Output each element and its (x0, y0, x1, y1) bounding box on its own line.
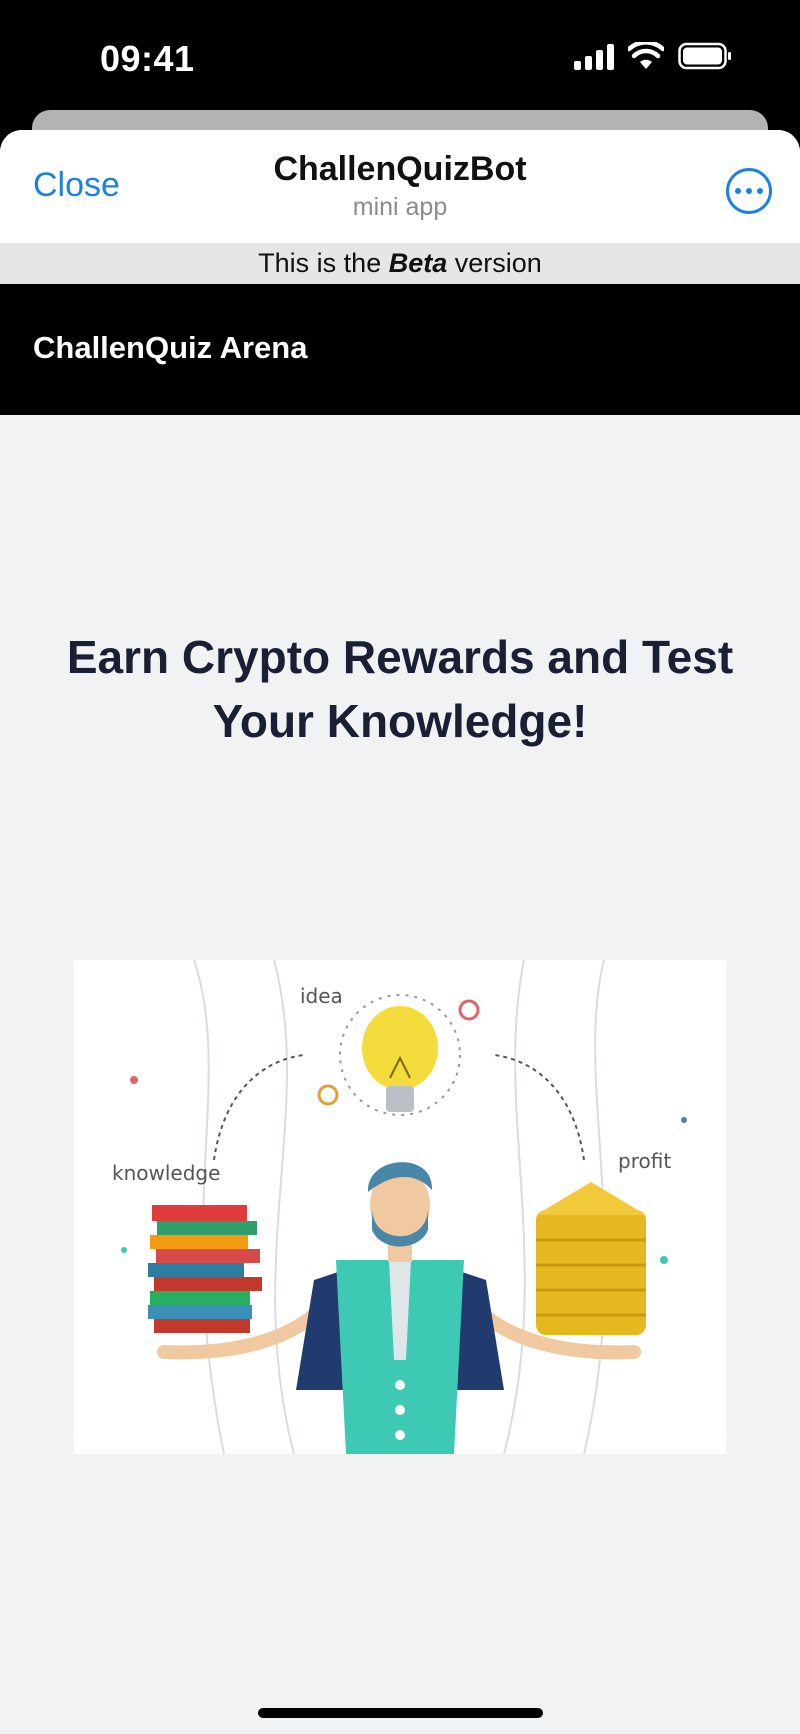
home-indicator[interactable] (258, 1708, 543, 1718)
phone-screen: 09:41 Close ChallenQuizBot mini app This… (0, 0, 800, 1734)
beta-banner-emphasis: Beta (388, 248, 448, 278)
bot-subtitle: mini app (352, 193, 448, 221)
hero-illustration: knowledge idea profit (74, 960, 726, 1454)
cellular-signal-icon (574, 42, 614, 70)
coins-stack-icon (536, 1182, 646, 1335)
mini-app-sheet: Close ChallenQuizBot mini app This is th… (0, 130, 800, 1734)
status-time: 09:41 (100, 38, 195, 79)
status-bar: 09:41 (0, 0, 800, 110)
beta-banner-suffix: version (454, 248, 542, 278)
status-icons (574, 42, 732, 70)
bot-title: ChallenQuizBot (273, 150, 527, 188)
hero-heading: Earn Crypto Rewards and Test Your Knowle… (66, 631, 734, 747)
beta-banner: This is the Beta version (0, 243, 800, 284)
title-block: ChallenQuizBot mini app (0, 150, 800, 222)
knowledge-idea-profit-illustration: knowledge idea profit (112, 960, 687, 1454)
label-idea: idea (300, 984, 343, 1008)
mini-app-nav-header: Close ChallenQuizBot mini app (0, 130, 800, 243)
battery-icon (678, 42, 732, 70)
beta-banner-prefix: This is the (258, 248, 382, 278)
label-profit: profit (618, 1149, 671, 1173)
app-header: ChallenQuiz Arena (0, 284, 800, 415)
label-knowledge: knowledge (112, 1161, 220, 1185)
wifi-icon (628, 42, 664, 70)
more-options-icon[interactable] (726, 168, 772, 214)
lightbulb-icon (339, 994, 461, 1116)
books-stack-icon (148, 1205, 262, 1333)
app-header-title: ChallenQuiz Arena (33, 330, 308, 365)
